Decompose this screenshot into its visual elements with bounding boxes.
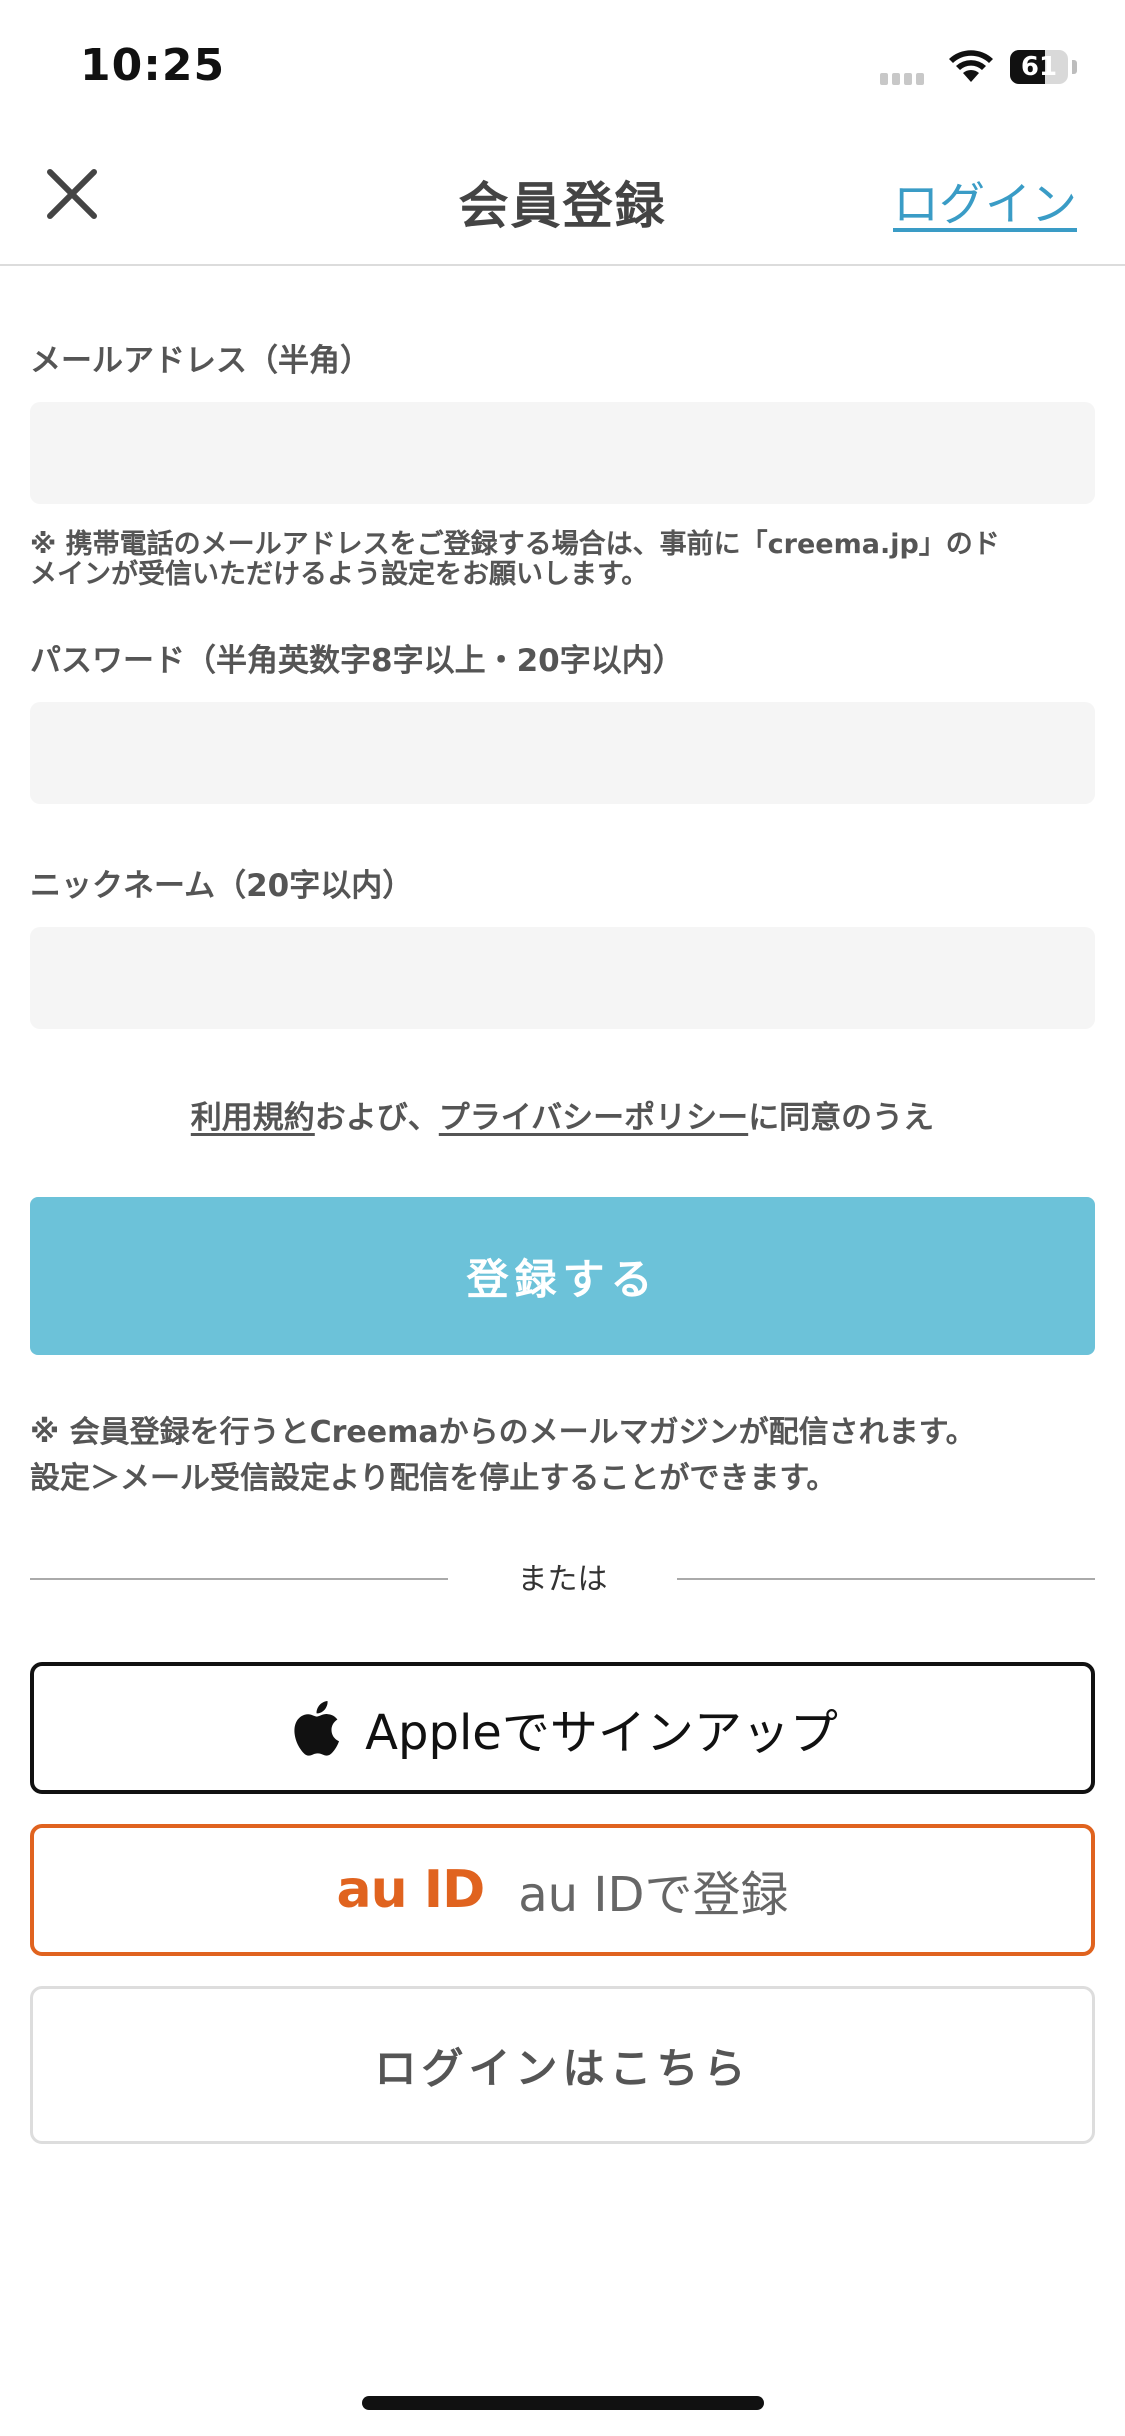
password-label: パスワード（半角英数字8字以上・20字以内） [30,643,684,679]
wifi-icon [948,50,994,88]
apple-icon [294,1701,340,1756]
battery-percent: 61 [1020,52,1058,82]
status-time: 10:25 [80,40,226,91]
au-id-register-label: au IDで登録 [518,1867,789,1923]
divider-or-text: または [517,1562,608,1597]
mail-note-line2: 設定＞メール受信設定より配信を停止することができます。 [30,1461,837,1496]
mail-magazine-note: ※ 会員登録を行うとCreemaからのメールマガジンが配信されます。 設定＞メー… [30,1410,1105,1502]
home-indicator [362,2396,764,2410]
au-id-register-button[interactable]: au ID au IDで登録 [30,1824,1095,1956]
battery-tip [1072,60,1077,74]
cellular-signal-icon [880,70,928,89]
terms-link[interactable]: 利用規約 [191,1100,315,1136]
register-button[interactable]: 登録する [30,1197,1095,1355]
apple-signup-button[interactable]: Appleでサインアップ [30,1662,1095,1794]
agreement-suffix: に同意のうえ [748,1100,935,1136]
password-field[interactable] [30,702,1095,804]
divider-right [677,1578,1095,1580]
login-link[interactable]: ログイン [893,168,1077,234]
apple-signup-label: Appleでサインアップ [365,1705,838,1761]
email-note: ※ 携帯電話のメールアドレスをご登録する場合は、事前に「creema.jp」のド… [30,530,1105,590]
mail-note-line1: ※ 会員登録を行うとCreemaからのメールマガジンが配信されます。 [30,1415,976,1450]
email-note-line2: メインが受信いただけるよう設定をお願いします。 [30,559,649,590]
privacy-policy-link[interactable]: プライバシーポリシー [439,1100,748,1136]
email-field[interactable] [30,402,1095,504]
nickname-field[interactable] [30,927,1095,1029]
au-id-logo: au ID [336,1860,486,1920]
nickname-label: ニックネーム（20字以内） [30,868,414,904]
email-label: メールアドレス（半角） [30,343,371,379]
agreement-and: および、 [314,1100,439,1136]
email-note-line1: ※ 携帯電話のメールアドレスをご登録する場合は、事前に「creema.jp」のド [30,529,1000,560]
agreement-text: 利用規約および、プライバシーポリシーに同意のうえ [0,1092,1125,1137]
login-here-button[interactable]: ログインはこちら [30,1986,1095,2144]
nav-divider [0,264,1125,266]
battery-icon: 61 [1010,50,1068,84]
